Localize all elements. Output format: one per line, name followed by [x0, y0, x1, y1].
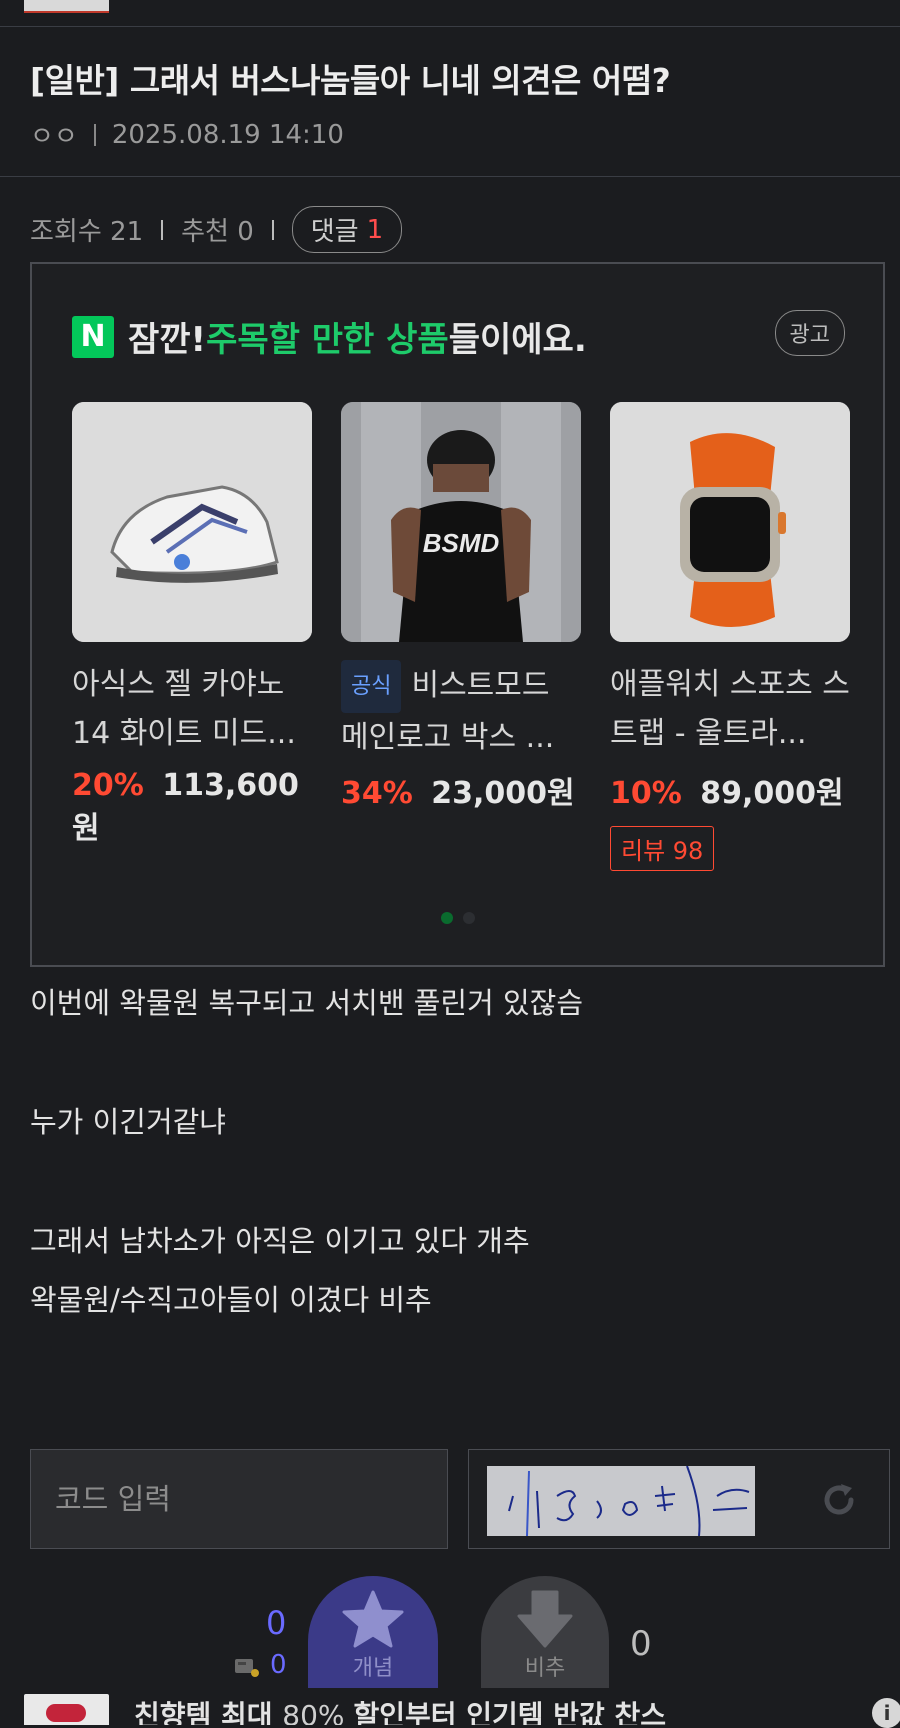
ad-headline-pre: 잠깐! — [128, 320, 207, 360]
downvote-count: 0 — [630, 1624, 652, 1664]
product-list: 아식스 젤 카야노 14 화이트 미드... 20% 113,600원 BSMD — [72, 402, 850, 871]
product-price: 34% 23,000원 — [341, 768, 581, 812]
carousel-dot-active[interactable] — [440, 912, 453, 924]
top-bar — [0, 0, 900, 27]
product-name[interactable]: 공식 비스트모드 메인로고 박스 ... — [341, 660, 581, 758]
downvote-label: 비추 — [524, 1656, 566, 1681]
ad-info-icon[interactable]: i — [872, 1698, 900, 1728]
fixed-upvote-count: 0 — [270, 1650, 287, 1680]
post-title: [일반] 그래서 버스나놈들아 니네 의견은 어떰? — [30, 61, 671, 100]
upvote-button[interactable]: 개념 — [308, 1576, 438, 1688]
product-card[interactable]: 아식스 젤 카야노 14 화이트 미드... 20% 113,600원 — [72, 402, 312, 871]
star-icon — [342, 1590, 404, 1648]
watch-icon — [610, 402, 850, 642]
sneaker-image[interactable] — [72, 402, 312, 642]
bottom-ad-text[interactable]: 친향템 최대 80% 할인부터 인기템 반값 찬스 — [134, 1694, 666, 1725]
product-discount: 34% — [341, 776, 413, 811]
ad-headline-post: 들이에요. — [448, 320, 587, 360]
product-price: 10% 89,000원 — [610, 768, 850, 812]
post-meta: ㅇㅇ 2025.08.19 14:10 — [30, 116, 344, 153]
refresh-captcha-icon[interactable] — [819, 1480, 859, 1520]
product-name[interactable]: 아식스 젤 카야노 14 화이트 미드... — [72, 660, 312, 758]
post-body-line: 그래서 남차소가 아직은 이기고 있다 개추 — [30, 1224, 530, 1258]
review-badge: 리뷰 98 — [610, 826, 715, 871]
stats-divider — [161, 219, 164, 240]
captcha-image — [487, 1465, 755, 1537]
post-stats: 조회수 21 추천 0 댓글 1 — [30, 206, 403, 253]
downvote-button[interactable]: 비추 — [481, 1576, 609, 1688]
stats-divider — [271, 219, 274, 240]
product-card[interactable]: BSMD 공식 비스트모드 메인로고 박스 ... 34% 23,000원 — [341, 402, 581, 871]
ad-headline: N 잠깐! 주목할 만한 상품 들이에요. — [72, 312, 587, 361]
comment-count: 1 — [366, 214, 384, 245]
bottom-ad-banner[interactable]: 친향템 최대 80% 할인부터 인기템 반값 찬스 — [0, 1690, 900, 1725]
bottom-ad-thumbnail — [24, 1694, 109, 1725]
ad-headline-highlight: 주목할 만한 상품 — [206, 320, 449, 360]
sneaker-icon — [72, 402, 312, 642]
view-count: 조회수 21 — [30, 217, 144, 247]
product-card[interactable]: 애플워치 스포츠 스트랩 - 울트라... 10% 89,000원 리뷰 98 — [610, 402, 850, 871]
bottom-ad-text-part: 할인부터 인기템 반값 찬스 — [353, 1699, 667, 1725]
product-discount: 10% — [610, 776, 682, 811]
tank-top-model-icon: BSMD — [341, 402, 581, 642]
previous-item-thumbnail[interactable] — [24, 0, 109, 13]
arrow-down-icon — [517, 1590, 573, 1648]
svg-text:BSMD: BSMD — [423, 528, 500, 558]
comment-label: 댓글 — [310, 217, 359, 247]
comment-count-button[interactable]: 댓글 1 — [291, 206, 403, 253]
product-price-value: 89,000원 — [700, 776, 844, 811]
post-body-line: 왁물원/수직고아들이 이겼다 비추 — [30, 1283, 432, 1317]
tank-top-image[interactable]: BSMD — [341, 402, 581, 642]
ad-badge[interactable]: 광고 — [774, 310, 845, 356]
captcha-panel — [468, 1449, 890, 1549]
product-price-value: 23,000원 — [431, 776, 575, 811]
official-tag: 공식 — [341, 660, 402, 713]
captcha-code-input[interactable] — [30, 1449, 448, 1549]
ad-product-carousel: N 잠깐! 주목할 만한 상품 들이에요. 광고 아식스 젤 카야노 14 화이… — [30, 262, 885, 967]
header-divider — [0, 176, 900, 177]
fixed-user-icon — [235, 1659, 259, 1677]
meta-divider — [93, 123, 96, 146]
product-discount: 20% — [72, 768, 144, 803]
post-author[interactable]: ㅇㅇ — [30, 116, 78, 153]
naver-logo-icon: N — [72, 315, 114, 358]
product-name[interactable]: 애플워치 스포츠 스트랩 - 울트라... — [610, 660, 850, 758]
upvote-count: 0 — [266, 1604, 287, 1642]
post-body-line: 이번에 왁물원 복구되고 서치밴 풀린거 있잖슴 — [30, 986, 584, 1020]
post-datetime: 2025.08.19 14:10 — [111, 119, 344, 150]
carousel-pagination — [32, 912, 883, 924]
upvote-label: 개념 — [352, 1656, 394, 1681]
bottom-ad-text-part: 친향템 최대 — [134, 1699, 283, 1725]
recommend-count: 추천 0 — [181, 217, 254, 247]
carousel-dot[interactable] — [462, 912, 475, 924]
watch-strap-image[interactable] — [610, 402, 850, 642]
post-body-line: 누가 이긴거같냐 — [30, 1105, 226, 1139]
product-price: 20% 113,600원 — [72, 768, 312, 847]
bottom-ad-text-part: 80% — [282, 1699, 354, 1725]
